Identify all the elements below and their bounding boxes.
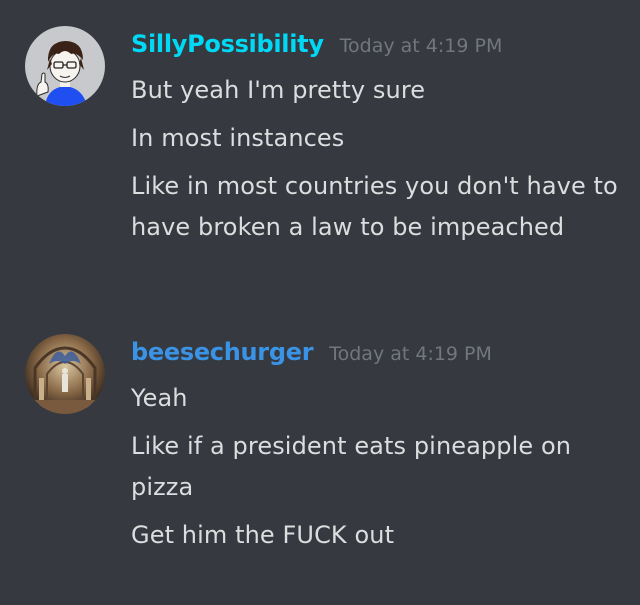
avatar-hall-icon [25, 334, 105, 414]
timestamp: Today at 4:19 PM [329, 343, 492, 365]
message-content: SillyPossibility Today at 4:19 PM But ye… [131, 26, 630, 255]
username[interactable]: SillyPossibility [131, 30, 324, 58]
message-text: Get him the FUCK out [131, 521, 395, 549]
message-header: beesechurger Today at 4:19 PM [131, 334, 630, 378]
message-text: In most instances [131, 124, 345, 152]
avatar[interactable] [25, 26, 105, 106]
message-content: beesechurger Today at 4:19 PM Yeah Like … [131, 334, 630, 563]
chat-messages: SillyPossibility Today at 4:19 PM But ye… [0, 0, 640, 605]
message-text: Like in most countries you don't have to… [131, 172, 618, 241]
message-text: Like if a president eats pineapple on pi… [131, 432, 572, 501]
username[interactable]: beesechurger [131, 338, 314, 366]
avatar-cartoon-icon [25, 26, 105, 106]
message-text: Yeah [131, 384, 188, 412]
avatar[interactable] [25, 334, 105, 414]
message-text: But yeah I'm pretty sure [131, 76, 426, 104]
message-header: SillyPossibility Today at 4:19 PM [131, 26, 630, 70]
timestamp: Today at 4:19 PM [339, 35, 503, 57]
